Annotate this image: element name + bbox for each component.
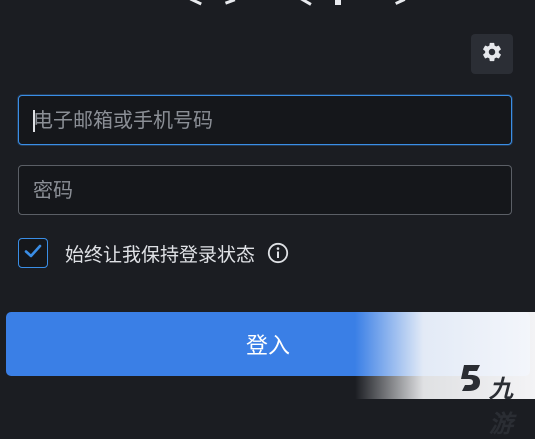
settings-button[interactable] [471, 34, 513, 74]
checkmark-icon [23, 241, 43, 265]
remember-me-checkbox[interactable] [18, 238, 48, 268]
watermark-logo-icon [458, 361, 488, 397]
email-field[interactable] [19, 96, 511, 144]
watermark-text: 九游 [489, 375, 514, 438]
gear-icon [481, 41, 503, 67]
remember-me-label[interactable]: 始终让我保持登录状态 [65, 240, 255, 267]
text-cursor [33, 110, 35, 132]
password-field-container [18, 165, 512, 215]
cropped-top-text [0, 0, 535, 12]
info-icon[interactable] [267, 242, 289, 264]
email-field-container [18, 95, 512, 145]
remember-me-row: 始终让我保持登录状态 [18, 237, 289, 269]
password-field[interactable] [19, 166, 511, 214]
